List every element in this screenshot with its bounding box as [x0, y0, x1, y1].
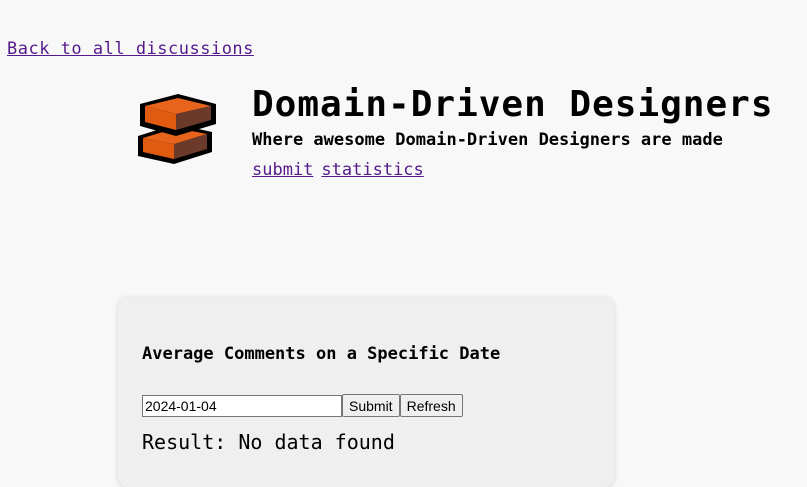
submit-button[interactable]: Submit: [342, 394, 400, 417]
brick-stack-icon: [134, 92, 220, 166]
site-tagline: Where awesome Domain-Driven Designers ar…: [252, 130, 723, 150]
refresh-button[interactable]: Refresh: [399, 394, 463, 417]
average-comments-card: Average Comments on a Specific Date Subm…: [118, 297, 614, 487]
date-input[interactable]: [142, 394, 342, 417]
statistics-link[interactable]: statistics: [321, 160, 423, 180]
header-nav: submit statistics: [252, 160, 774, 180]
result-text: Result: No data found: [142, 430, 395, 454]
site-title: Domain-Driven Designers: [252, 84, 774, 125]
date-form: Submit Refresh: [142, 394, 463, 417]
back-to-discussions-link[interactable]: Back to all discussions: [7, 39, 254, 59]
submit-link[interactable]: submit: [252, 160, 313, 180]
site-header: Domain-Driven Designers Where awesome Do…: [252, 84, 774, 180]
card-title: Average Comments on a Specific Date: [142, 344, 501, 364]
